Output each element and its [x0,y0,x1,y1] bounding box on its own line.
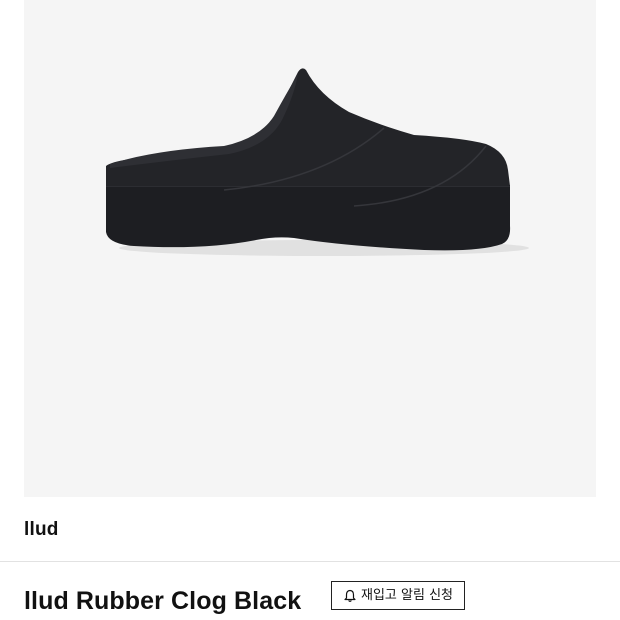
product-image[interactable] [24,0,596,497]
restock-alert-label: 재입고 알림 신청 [361,587,453,603]
restock-alert-button[interactable]: 재입고 알림 신청 [331,581,465,610]
product-title: llud Rubber Clog Black [24,587,302,615]
bell-icon [343,589,357,603]
brand-name[interactable]: llud [24,519,59,541]
section-divider [0,561,620,562]
clog-shoe-image [106,68,529,256]
